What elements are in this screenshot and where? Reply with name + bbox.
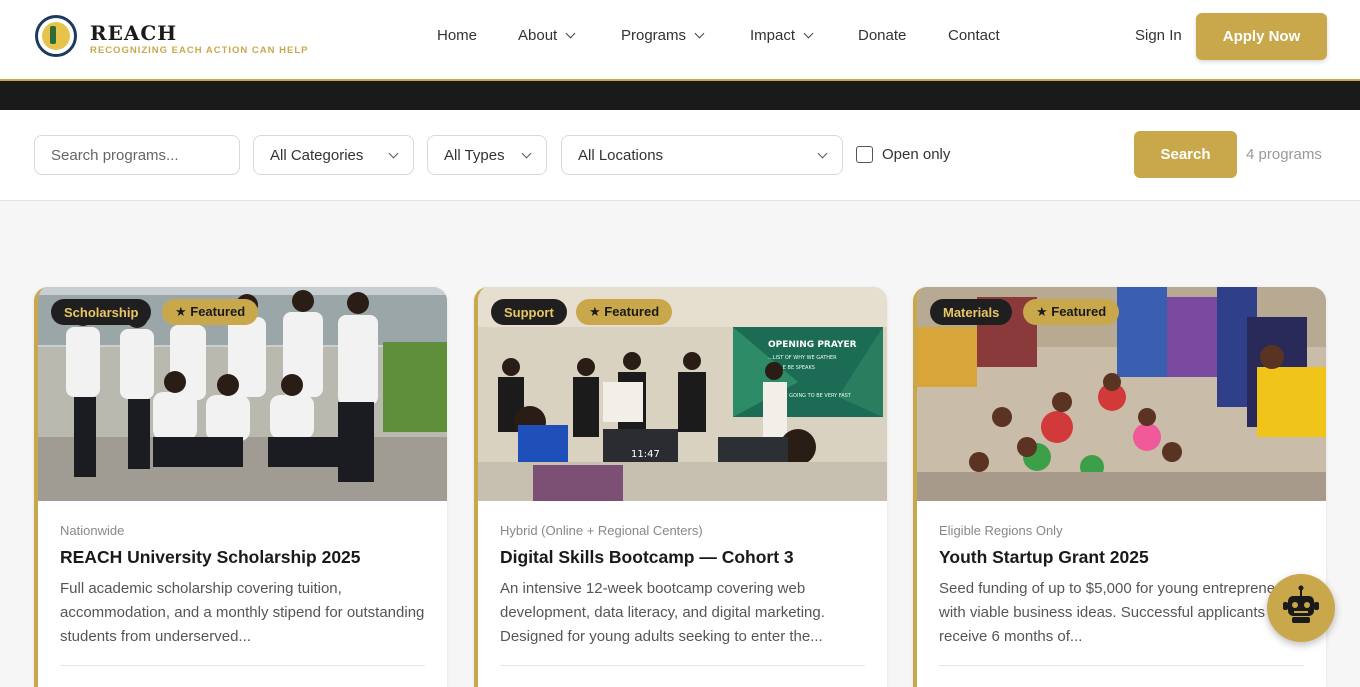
hero-band <box>0 81 1360 110</box>
program-card[interactable]: Materials ★ Featured Eligible Regions On… <box>913 287 1326 687</box>
card-location: Hybrid (Online + Regional Centers) <box>500 523 703 538</box>
card-location: Eligible Regions Only <box>939 523 1063 538</box>
chevron-down-icon <box>388 148 399 159</box>
card-title[interactable]: REACH University Scholarship 2025 <box>60 547 430 568</box>
slide-line: ...E BE SPEAKS <box>778 365 815 371</box>
divider <box>500 665 865 666</box>
laptop-clock: 11:47 <box>631 449 660 460</box>
card-description: An intensive 12-week bootcamp covering w… <box>500 580 825 645</box>
category-badge: Support <box>491 299 567 325</box>
card-description: Seed funding of up to $5,000 for young e… <box>939 580 1297 645</box>
card-title[interactable]: Youth Startup Grant 2025 <box>939 547 1309 568</box>
chatbot-button[interactable] <box>1267 574 1335 642</box>
chevron-down-icon <box>521 148 532 159</box>
card-body: Hybrid (Online + Regional Centers) Digit… <box>500 523 870 649</box>
card-title[interactable]: Digital Skills Bootcamp — Cohort 3 <box>500 547 870 568</box>
category-badge: Scholarship <box>51 299 152 325</box>
search-input[interactable]: Search programs... <box>34 135 240 175</box>
divider <box>939 665 1304 666</box>
type-select[interactable]: All Types <box>427 135 547 175</box>
open-only-label[interactable]: Open only <box>882 146 950 163</box>
nav-about-label: About <box>518 27 558 44</box>
search-button[interactable]: Search <box>1134 131 1237 178</box>
type-select-value: All Types <box>444 146 505 164</box>
card-body: Nationwide REACH University Scholarship … <box>60 523 430 649</box>
program-card[interactable]: OPENING PRAYER ...LIST OF WHY WE GATHER … <box>474 287 887 687</box>
nav-contact[interactable]: Contact <box>948 27 1000 44</box>
nav-about[interactable]: About <box>518 27 576 44</box>
chevron-down-icon <box>817 148 828 159</box>
nav-impact[interactable]: Impact <box>750 27 814 44</box>
nav-programs-label: Programs <box>621 27 687 44</box>
apply-now-button[interactable]: Apply Now <box>1196 13 1327 60</box>
sign-in-link[interactable]: Sign In <box>1135 27 1182 44</box>
result-count: 4 programs <box>1246 146 1322 163</box>
slide-line: ...LIST OF WHY WE GATHER <box>768 355 837 361</box>
filter-bar: Search programs... All Categories All Ty… <box>0 110 1360 201</box>
featured-badge: ★ Featured <box>162 299 259 325</box>
card-description: Full academic scholarship covering tuiti… <box>60 580 425 645</box>
slide-heading: OPENING PRAYER <box>768 340 857 350</box>
nav-impact-label: Impact <box>750 27 796 44</box>
nav-programs[interactable]: Programs <box>621 27 705 44</box>
site-header: REACH RECOGNIZING EACH ACTION CAN HELP H… <box>0 0 1360 81</box>
nav-donate[interactable]: Donate <box>858 27 906 44</box>
program-card[interactable]: Scholarship ★ Featured Nationwide REACH … <box>34 287 447 687</box>
open-only-checkbox[interactable] <box>856 146 873 163</box>
nav-home-label: Home <box>437 27 478 44</box>
card-location: Nationwide <box>60 523 125 538</box>
reach-logo[interactable] <box>35 15 77 57</box>
category-select-value: All Categories <box>270 146 364 164</box>
location-select-value: All Locations <box>578 146 664 164</box>
chevron-down-icon <box>694 28 705 39</box>
logo-tree-icon <box>42 22 70 50</box>
featured-badge: ★ Featured <box>576 299 673 325</box>
nav-home[interactable]: Home <box>437 27 477 44</box>
featured-badge: ★ Featured <box>1023 299 1120 325</box>
logo-trunk <box>50 26 56 44</box>
category-badge: Materials <box>930 299 1013 325</box>
card-body: Eligible Regions Only Youth Startup Gran… <box>939 523 1309 649</box>
nav-contact-label: Contact <box>948 27 1000 44</box>
nav-donate-label: Donate <box>858 27 907 44</box>
divider <box>60 665 425 666</box>
brand-name[interactable]: REACH <box>90 21 177 45</box>
location-select[interactable]: All Locations <box>561 135 843 175</box>
brand-tagline: RECOGNIZING EACH ACTION CAN HELP <box>90 45 309 56</box>
robot-icon <box>1283 585 1319 623</box>
category-select[interactable]: All Categories <box>253 135 414 175</box>
chevron-down-icon <box>803 28 814 39</box>
chevron-down-icon <box>565 28 576 39</box>
